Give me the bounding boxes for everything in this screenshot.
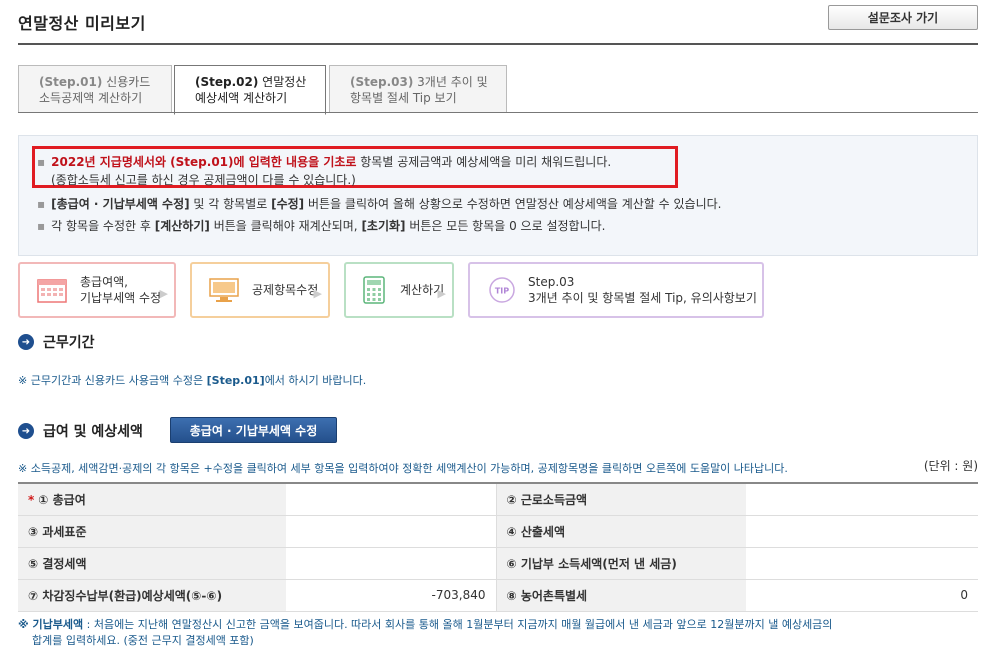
- tab-divider: [18, 112, 978, 113]
- footer-note-a: ※ 기납부세액: [18, 618, 84, 631]
- note-c: 에서 하시기 바랍니다.: [264, 374, 367, 387]
- table-row: ⑦ 차감징수납부(환급)예상세액(⑤-⑥) -703,840 ⑧ 농어촌특별세 …: [18, 579, 978, 612]
- chevron-right-icon: ▶: [437, 287, 446, 300]
- cell-label: ① 총급여: [38, 492, 86, 507]
- determined-tax-label[interactable]: ⑤ 결정세액: [18, 547, 286, 580]
- calculator-icon: [358, 276, 390, 304]
- info-line-3-c: 버튼을 클릭해야 재계산되며,: [209, 219, 362, 233]
- info-box: ▪ 2022년 지급명세서와 (Step.01)에 입력한 내용을 기초로 항목별…: [18, 135, 978, 256]
- arrow-right-circle-icon: ➜: [18, 334, 34, 350]
- info-line-3-e: 버튼은 모든 항목을 0 으로 설정합니다.: [405, 219, 606, 233]
- info-line-1-bold: 2022년 지급명세서와 (Step.01)에 입력한 내용을 기초로: [51, 155, 357, 169]
- tab-line1: 3개년 추이 및: [417, 75, 488, 89]
- arrow-right-circle-icon: ➜: [18, 423, 34, 439]
- earned-income-value: [746, 483, 978, 516]
- info-line-3-a: 각 항목을 수정한 후: [51, 219, 155, 233]
- rural-special-tax-value: 0: [746, 579, 978, 612]
- tax-base-label[interactable]: ③ 과세표준: [18, 515, 286, 548]
- info-line-1-sub: (종합소득세 신고를 하신 경우 공제금액이 다를 수 있습니다.): [51, 173, 356, 187]
- step-card-line2: 기납부세액 수정: [80, 291, 162, 305]
- tab-step02[interactable]: (Step.02) 연말정산 예상세액 계산하기: [174, 65, 326, 115]
- expected-refund-label[interactable]: ⑦ 차감징수납부(환급)예상세액(⑤-⑥): [18, 579, 286, 612]
- step-card-line1: 총급여액,: [80, 275, 128, 289]
- tax-table: * ① 총급여 ② 근로소득금액 ③ 과세표준 ④ 산출세액 ⑤ 결정세액 ⑥ 기…: [18, 482, 978, 612]
- table-row: ⑤ 결정세액 ⑥ 기납부 소득세액(먼저 낸 세금): [18, 547, 978, 580]
- calendar-icon: [36, 276, 68, 304]
- work-period-title: ➜ 근무기간: [18, 332, 95, 352]
- monitor-icon: [208, 276, 240, 304]
- earned-income-label[interactable]: ② 근로소득금액: [495, 483, 746, 516]
- unit-label: (단위 : 원): [923, 459, 978, 473]
- info-line-1-rest: 항목별 공제금액과 예상세액을 미리 채워드립니다.: [356, 155, 612, 169]
- page-header: 연말정산 미리보기 설문조사 가기: [18, 0, 978, 45]
- chevron-right-icon: ▶: [159, 287, 168, 300]
- step-card-text: 총급여액, 기납부세액 수정: [80, 274, 161, 306]
- info-line-3-b: [계산하기]: [154, 219, 210, 233]
- page-title: 연말정산 미리보기: [18, 14, 146, 33]
- required-icon: *: [28, 492, 35, 507]
- gross-salary-label[interactable]: * ① 총급여: [18, 483, 286, 516]
- bullet-icon: ▪: [37, 219, 46, 233]
- info-line-2-b: 및 각 항목별로: [189, 197, 272, 211]
- step-card-line1: Step.03: [528, 275, 575, 289]
- table-row: ③ 과세표준 ④ 산출세액: [18, 515, 978, 548]
- expected-refund-value: -703,840: [286, 579, 496, 612]
- footer-note: ※ 기납부세액 : 처음에는 지난해 연말정산시 신고한 금액을 보여줍니다. …: [18, 617, 832, 649]
- work-period-title-text: 근무기간: [43, 335, 95, 351]
- edit-salary-tax-button[interactable]: 총급여 · 기납부세액 수정: [170, 417, 337, 443]
- computed-tax-value: [746, 515, 978, 548]
- step-card-deduction[interactable]: 공제항목수정 ▶: [190, 262, 330, 318]
- info-line-1: ▪ 2022년 지급명세서와 (Step.01)에 입력한 내용을 기초로 항목별…: [37, 153, 611, 170]
- tab-line2: 항목별 절세 Tip 보기: [350, 91, 457, 105]
- salary-note: ※ 소득공제, 세액감면·공제의 각 항목은 +수정을 클릭하여 세부 항목을 …: [18, 462, 788, 475]
- info-line-2: ▪ [총급여 · 기납부세액 수정] 및 각 항목별로 [수정] 버튼을 클릭하여…: [37, 195, 722, 212]
- info-line-3-d: [초기화]: [361, 219, 406, 233]
- tip-icon: TIP: [486, 276, 518, 304]
- note-b: [Step.01]: [206, 374, 265, 387]
- step-card-line2: 3개년 추이 및 항목별 절세 Tip, 유의사항보기: [528, 291, 757, 305]
- info-line-2-a: [총급여 · 기납부세액 수정]: [51, 197, 190, 211]
- step-card-calculate[interactable]: 계산하기 ▶: [344, 262, 454, 318]
- footer-note-b: : 처음에는 지난해 연말정산시 신고한 금액을 보여줍니다. 따라서 회사를 …: [83, 618, 833, 631]
- salary-title-text: 급여 및 예상세액: [43, 424, 143, 440]
- salary-title: ➜ 급여 및 예상세액: [18, 421, 143, 441]
- step-card-tip[interactable]: TIP Step.03 3개년 추이 및 항목별 절세 Tip, 유의사항보기: [468, 262, 764, 318]
- determined-tax-value: [286, 547, 496, 580]
- note-a: ※ 근무기간과 신용카드 사용금액 수정은: [18, 374, 207, 387]
- prepaid-tax-label[interactable]: ⑥ 기납부 소득세액(먼저 낸 세금): [495, 547, 746, 580]
- rural-special-tax-label[interactable]: ⑧ 농어촌특별세: [495, 579, 746, 612]
- gross-salary-value: [286, 483, 496, 516]
- tab-line2: 소득공제액 계산하기: [39, 91, 143, 105]
- tip-badge-text: TIP: [495, 287, 509, 296]
- info-line-2-d: 버튼을 클릭하여 올해 상황으로 수정하면 연말정산 예상세액을 계산할 수 있…: [304, 197, 722, 211]
- tab-step03[interactable]: (Step.03) 3개년 추이 및 항목별 절세 Tip 보기: [329, 65, 507, 113]
- tab-line2: 예상세액 계산하기: [195, 91, 288, 105]
- survey-button[interactable]: 설문조사 가기: [828, 5, 978, 30]
- tab-step-label: (Step.01): [39, 75, 103, 89]
- table-row: * ① 총급여 ② 근로소득금액: [18, 483, 978, 516]
- tab-step-label: (Step.02): [195, 75, 259, 89]
- tab-step-label: (Step.03): [350, 75, 414, 89]
- tax-base-value: [286, 515, 496, 548]
- step-card-line1: 공제항목수정: [252, 283, 319, 297]
- step-card-salary[interactable]: 총급여액, 기납부세액 수정 ▶: [18, 262, 176, 318]
- info-line-2-c: [수정]: [271, 197, 305, 211]
- prepaid-tax-value: [746, 547, 978, 580]
- computed-tax-label[interactable]: ④ 산출세액: [495, 515, 746, 548]
- footer-note-c: 합계를 입력하세요. (중전 근무지 결정세액 포함): [32, 634, 254, 647]
- bullet-icon: ▪: [37, 155, 46, 169]
- step-card-text: Step.03 3개년 추이 및 항목별 절세 Tip, 유의사항보기: [528, 274, 757, 306]
- bullet-icon: ▪: [37, 197, 46, 211]
- tab-step01[interactable]: (Step.01) 신용카드 소득공제액 계산하기: [18, 65, 172, 113]
- tab-line1: 신용카드: [106, 75, 151, 89]
- work-period-note: ※ 근무기간과 신용카드 사용금액 수정은 [Step.01]에서 하시기 바랍…: [18, 372, 366, 388]
- info-line-3: ▪ 각 항목을 수정한 후 [계산하기] 버튼을 클릭해야 재계산되며, [초기화…: [37, 217, 605, 234]
- tab-line1: 연말정산: [262, 75, 307, 89]
- chevron-right-icon: ▶: [313, 287, 322, 300]
